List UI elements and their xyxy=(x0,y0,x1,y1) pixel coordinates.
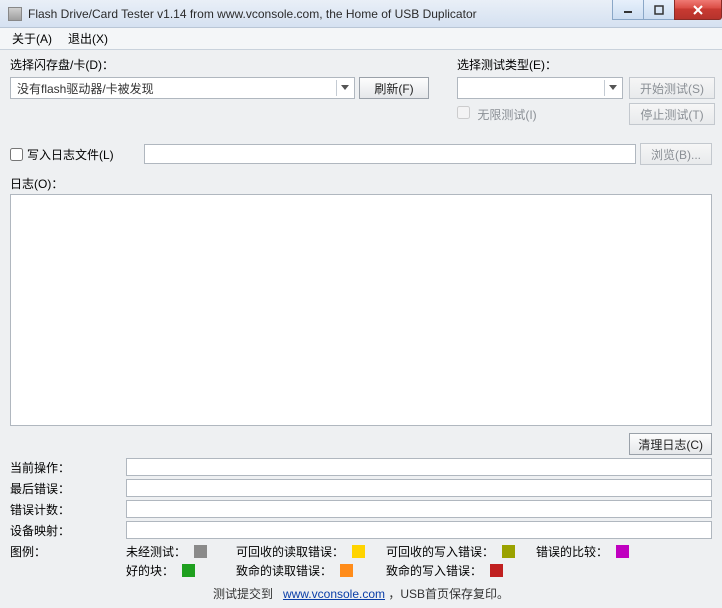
app-icon xyxy=(8,7,22,21)
chevron-down-icon xyxy=(336,80,352,96)
legend: 图例： 未经测试： 可回收的读取错误： 可回收的写入错误： 错误的比较： 好的块… xyxy=(10,543,712,579)
infinite-test-checkbox[interactable] xyxy=(457,106,470,119)
last-error-label: 最后错误： xyxy=(10,480,126,497)
legend-label: 图例： xyxy=(10,543,126,579)
logfile-row: 写入日志文件(L) 浏览(B)... xyxy=(10,143,712,165)
log-textarea[interactable] xyxy=(10,194,712,426)
legend-fatal-read-swatch xyxy=(340,564,353,577)
menu-exit[interactable]: 退出(X) xyxy=(62,28,114,49)
write-logfile-checkbox-wrap[interactable]: 写入日志文件(L) xyxy=(10,146,140,163)
status-current-op: 当前操作： xyxy=(10,458,712,476)
legend-fatal-read-label: 致命的读取错误： xyxy=(236,562,332,579)
current-op-label: 当前操作： xyxy=(10,459,126,476)
status-error-count: 错误计数： xyxy=(10,500,712,518)
maximize-button[interactable] xyxy=(643,0,675,20)
legend-recov-write-label: 可回收的写入错误： xyxy=(386,543,494,560)
device-map-value xyxy=(126,521,712,539)
device-map-label: 设备映射： xyxy=(10,522,126,539)
stop-test-button[interactable]: 停止测试(T) xyxy=(629,103,715,125)
clear-log-button[interactable]: 清理日志(C) xyxy=(629,433,712,455)
refresh-button[interactable]: 刷新(F) xyxy=(359,77,429,99)
legend-recov-read-swatch xyxy=(352,545,365,558)
error-count-label: 错误计数： xyxy=(10,501,126,518)
write-logfile-checkbox[interactable] xyxy=(10,148,23,161)
log-label: 日志(O)： xyxy=(10,177,63,191)
error-count-value xyxy=(126,500,712,518)
footer-link[interactable]: www.vconsole.com xyxy=(283,587,385,601)
legend-good-swatch xyxy=(182,564,195,577)
legend-good-label: 好的块： xyxy=(126,562,174,579)
window-controls xyxy=(613,0,722,20)
footer-credit: 测试提交到 www.vconsole.com ，USB首页保存复印。 xyxy=(10,585,712,602)
status-device-map: 设备映射： xyxy=(10,521,712,539)
close-icon xyxy=(692,5,704,15)
legend-compare-swatch xyxy=(616,545,629,558)
legend-items: 未经测试： 可回收的读取错误： 可回收的写入错误： 错误的比较： 好的块： 致命… xyxy=(126,543,712,579)
legend-compare-label: 错误的比较： xyxy=(536,543,608,560)
minimize-icon xyxy=(623,5,633,15)
flash-drive-select[interactable]: 没有flash驱动器/卡被发现 xyxy=(10,77,355,99)
current-op-value xyxy=(126,458,712,476)
infinite-test-checkbox-wrap[interactable]: 无限测试(I) xyxy=(457,106,623,123)
menu-bar: 关于(A) 退出(X) xyxy=(0,28,722,50)
legend-untested-swatch xyxy=(194,545,207,558)
window-title: Flash Drive/Card Tester v1.14 from www.v… xyxy=(28,7,477,21)
legend-fatal-write-label: 致命的写入错误： xyxy=(386,562,482,579)
menu-about[interactable]: 关于(A) xyxy=(6,28,58,49)
legend-recov-write-swatch xyxy=(502,545,515,558)
legend-untested-label: 未经测试： xyxy=(126,543,186,560)
flash-section-label: 选择闪存盘/卡(D)： xyxy=(10,56,429,73)
start-test-button[interactable]: 开始测试(S) xyxy=(629,77,715,99)
testtype-select[interactable] xyxy=(457,77,623,99)
infinite-test-label: 无限测试(I) xyxy=(477,108,536,122)
legend-fatal-write-swatch xyxy=(490,564,503,577)
footer-prefix: 测试提交到 xyxy=(213,587,273,601)
browse-button[interactable]: 浏览(B)... xyxy=(640,143,712,165)
footer-suffix: ，USB首页保存复印。 xyxy=(388,587,509,601)
testtype-section-label: 选择测试类型(E)： xyxy=(457,56,623,73)
top-controls: 选择闪存盘/卡(D)： 选择测试类型(E)： 没有flash驱动器/卡被发现 刷… xyxy=(10,56,712,125)
minimize-button[interactable] xyxy=(612,0,644,20)
flash-drive-select-text: 没有flash驱动器/卡被发现 xyxy=(17,80,154,97)
logfile-path-input[interactable] xyxy=(144,144,636,164)
maximize-icon xyxy=(654,5,664,15)
chevron-down-icon xyxy=(604,80,620,96)
write-logfile-label: 写入日志文件(L) xyxy=(27,146,114,163)
title-bar: Flash Drive/Card Tester v1.14 from www.v… xyxy=(0,0,722,28)
last-error-value xyxy=(126,479,712,497)
legend-recov-read-label: 可回收的读取错误： xyxy=(236,543,344,560)
close-button[interactable] xyxy=(674,0,722,20)
client-area: 选择闪存盘/卡(D)： 选择测试类型(E)： 没有flash驱动器/卡被发现 刷… xyxy=(0,50,722,608)
status-last-error: 最后错误： xyxy=(10,479,712,497)
